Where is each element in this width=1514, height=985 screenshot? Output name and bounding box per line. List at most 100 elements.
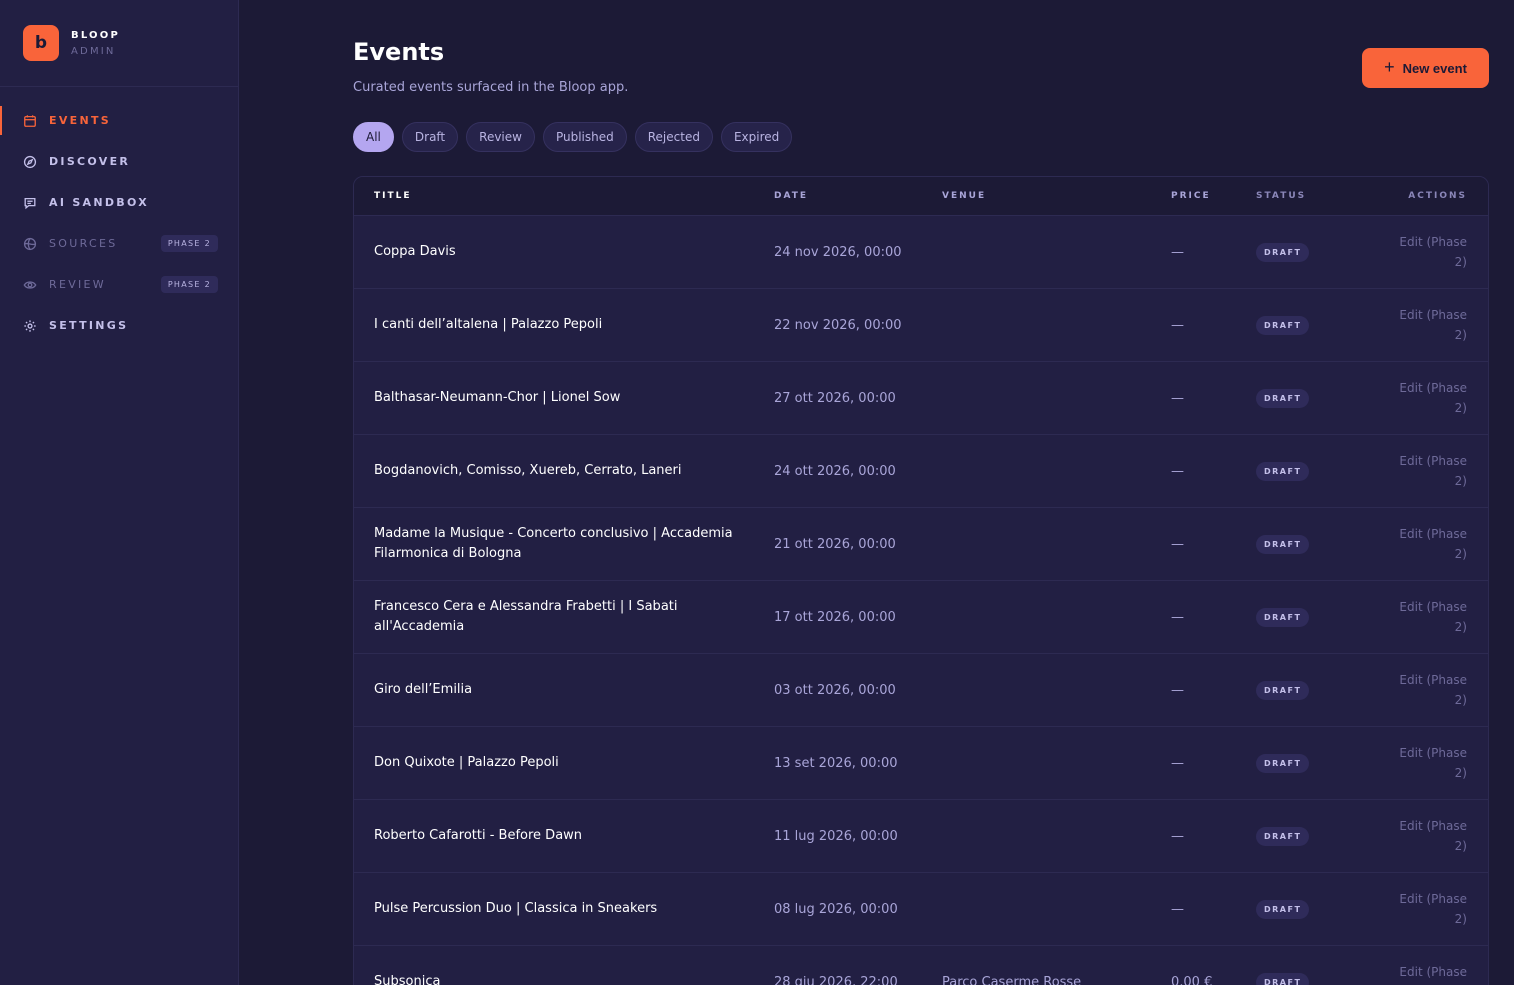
- sidebar: b BLOOP ADMIN EVENTS DISCOVER AI SANDBOX: [0, 0, 239, 985]
- sidebar-item-label: SETTINGS: [49, 319, 129, 332]
- sidebar-item-ai-sandbox[interactable]: AI SANDBOX: [0, 182, 238, 223]
- column-header-title[interactable]: TITLE: [354, 186, 774, 206]
- filter-review[interactable]: Review: [466, 122, 535, 152]
- event-title: Bogdanovich, Comisso, Xuereb, Cerrato, L…: [374, 463, 682, 478]
- event-title: Don Quixote | Palazzo Pepoli: [374, 755, 559, 770]
- actions-cell: Edit (Phase 2): [1346, 962, 1488, 985]
- event-title: I canti dell’altalena | Palazzo Pepoli: [374, 317, 603, 332]
- event-price: —: [1171, 536, 1184, 552]
- status-cell: DRAFT: [1256, 607, 1346, 627]
- actions-cell: Edit (Phase 2): [1346, 670, 1488, 710]
- brand-subtitle: ADMIN: [71, 45, 116, 57]
- status-filter-tabs: All Draft Review Published Rejected Expi…: [353, 122, 793, 152]
- plus-icon: +: [1384, 57, 1395, 77]
- edit-link[interactable]: Edit (Phase 2): [1395, 889, 1467, 929]
- table-row[interactable]: Madame la Musique - Concerto conclusivo …: [354, 508, 1488, 581]
- sidebar-item-label: SOURCES: [49, 237, 118, 250]
- event-title: Francesco Cera e Alessandra Frabetti | I…: [374, 599, 678, 634]
- edit-link[interactable]: Edit (Phase 2): [1395, 232, 1467, 272]
- status-cell: DRAFT: [1256, 315, 1346, 335]
- event-date: 22 nov 2026, 00:00: [774, 317, 902, 333]
- status-badge: DRAFT: [1256, 388, 1310, 408]
- status-cell: DRAFT: [1256, 680, 1346, 700]
- actions-cell: Edit (Phase 2): [1346, 378, 1488, 418]
- sidebar-item-review[interactable]: REVIEW PHASE 2: [0, 264, 238, 305]
- column-header-date[interactable]: DATE: [774, 191, 942, 201]
- table-row[interactable]: Francesco Cera e Alessandra Frabetti | I…: [354, 581, 1488, 654]
- calendar-icon: [23, 114, 37, 128]
- edit-link[interactable]: Edit (Phase 2): [1395, 597, 1467, 637]
- sidebar-item-discover[interactable]: DISCOVER: [0, 141, 238, 182]
- edit-link[interactable]: Edit (Phase 2): [1395, 816, 1467, 856]
- actions-cell: Edit (Phase 2): [1346, 597, 1488, 637]
- sidebar-item-settings[interactable]: SETTINGS: [0, 305, 238, 346]
- table-header: TITLE DATE VENUE PRICE STATUS ACTIONS: [354, 177, 1488, 216]
- filter-draft[interactable]: Draft: [401, 122, 459, 152]
- table-row[interactable]: I canti dell’altalena | Palazzo Pepoli 2…: [354, 289, 1488, 362]
- event-title: Coppa Davis: [374, 244, 456, 259]
- status-cell: DRAFT: [1256, 753, 1346, 773]
- status-cell: DRAFT: [1256, 461, 1346, 481]
- event-date: 28 giu 2026, 22:00: [774, 974, 898, 985]
- filter-expired[interactable]: Expired: [720, 122, 793, 152]
- table-row[interactable]: Balthasar-Neumann-Chor | Lionel Sow 27 o…: [354, 362, 1488, 435]
- table-row[interactable]: Bogdanovich, Comisso, Xuereb, Cerrato, L…: [354, 435, 1488, 508]
- edit-link[interactable]: Edit (Phase 2): [1395, 962, 1467, 985]
- status-cell: DRAFT: [1256, 534, 1346, 554]
- status-badge: DRAFT: [1256, 899, 1310, 919]
- table-row[interactable]: Coppa Davis 24 nov 2026, 00:00 — DRAFT E…: [354, 216, 1488, 289]
- actions-cell: Edit (Phase 2): [1346, 743, 1488, 783]
- sidebar-nav: EVENTS DISCOVER AI SANDBOX SOURCES PHASE…: [0, 100, 238, 346]
- edit-link[interactable]: Edit (Phase 2): [1395, 670, 1467, 710]
- new-event-button[interactable]: + New event: [1362, 48, 1489, 88]
- table-body: Coppa Davis 24 nov 2026, 00:00 — DRAFT E…: [354, 216, 1488, 985]
- phase-badge: PHASE 2: [160, 235, 218, 252]
- column-header-price[interactable]: PRICE: [1171, 191, 1256, 201]
- status-cell: DRAFT: [1256, 826, 1346, 846]
- edit-link[interactable]: Edit (Phase 2): [1395, 451, 1467, 491]
- filter-rejected[interactable]: Rejected: [634, 122, 713, 152]
- actions-cell: Edit (Phase 2): [1346, 232, 1488, 272]
- status-badge: DRAFT: [1256, 753, 1310, 773]
- actions-cell: Edit (Phase 2): [1346, 889, 1488, 929]
- status-badge: DRAFT: [1256, 242, 1310, 262]
- event-title: Roberto Cafarotti - Before Dawn: [374, 828, 583, 843]
- compass-icon: [23, 155, 37, 169]
- filter-published[interactable]: Published: [542, 122, 627, 152]
- event-price: —: [1171, 828, 1184, 844]
- event-date: 24 nov 2026, 00:00: [774, 244, 902, 260]
- event-title: Balthasar-Neumann-Chor | Lionel Sow: [374, 390, 621, 405]
- sidebar-item-sources[interactable]: SOURCES PHASE 2: [0, 223, 238, 264]
- event-date: 11 lug 2026, 00:00: [774, 828, 898, 844]
- edit-link[interactable]: Edit (Phase 2): [1395, 378, 1467, 418]
- edit-link[interactable]: Edit (Phase 2): [1395, 524, 1467, 564]
- event-price: —: [1171, 244, 1184, 260]
- sidebar-item-events[interactable]: EVENTS: [0, 100, 238, 141]
- edit-link[interactable]: Edit (Phase 2): [1395, 743, 1467, 783]
- event-price: —: [1171, 901, 1184, 917]
- table-row[interactable]: Don Quixote | Palazzo Pepoli 13 set 2026…: [354, 727, 1488, 800]
- event-date: 13 set 2026, 00:00: [774, 755, 898, 771]
- filter-all[interactable]: All: [353, 122, 394, 152]
- brand-logo[interactable]: b: [23, 25, 59, 61]
- column-header-status[interactable]: STATUS: [1256, 191, 1346, 201]
- event-title: Subsonica: [374, 974, 441, 985]
- table-row[interactable]: Subsonica 28 giu 2026, 22:00 Parco Caser…: [354, 946, 1488, 985]
- table-row[interactable]: Giro dell’Emilia 03 ott 2026, 00:00 — DR…: [354, 654, 1488, 727]
- event-title: Pulse Percussion Duo | Classica in Sneak…: [374, 901, 658, 916]
- table-row[interactable]: Pulse Percussion Duo | Classica in Sneak…: [354, 873, 1488, 946]
- event-title: Madame la Musique - Concerto conclusivo …: [374, 526, 733, 561]
- status-cell: DRAFT: [1256, 242, 1346, 262]
- actions-cell: Edit (Phase 2): [1346, 451, 1488, 491]
- edit-link[interactable]: Edit (Phase 2): [1395, 305, 1467, 345]
- new-event-label: New event: [1402, 60, 1467, 76]
- column-header-venue[interactable]: VENUE: [942, 191, 1171, 201]
- table-row[interactable]: Roberto Cafarotti - Before Dawn 11 lug 2…: [354, 800, 1488, 873]
- globe-icon: [23, 237, 37, 251]
- status-cell: DRAFT: [1256, 899, 1346, 919]
- actions-cell: Edit (Phase 2): [1346, 305, 1488, 345]
- brand-name: BLOOP: [71, 29, 120, 41]
- event-price: —: [1171, 609, 1184, 625]
- status-badge: DRAFT: [1256, 972, 1310, 985]
- brand: b BLOOP ADMIN: [0, 0, 238, 87]
